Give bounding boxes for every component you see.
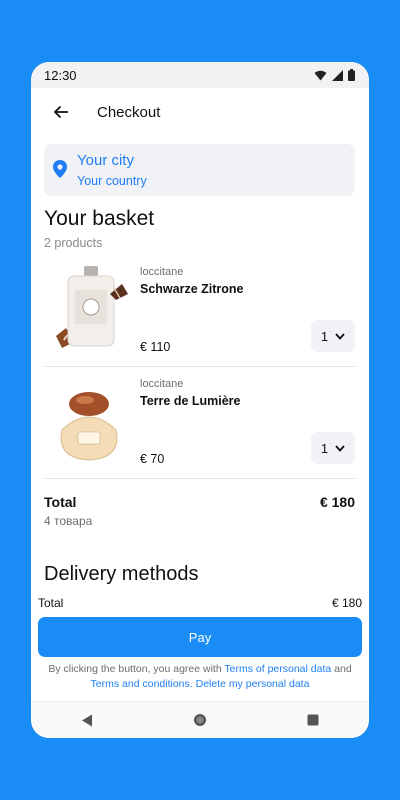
- basket-title: Your basket: [44, 207, 155, 230]
- battery-icon: [348, 69, 355, 81]
- chevron-down-icon: [335, 332, 345, 340]
- terms-conditions-link[interactable]: Terms and conditions.: [91, 678, 193, 690]
- page-title: Checkout: [97, 103, 161, 121]
- product-image: [60, 392, 118, 461]
- summary-total-label: Total: [38, 596, 64, 610]
- terms-personal-data-link[interactable]: Terms of personal data: [224, 663, 331, 675]
- product-price: € 110: [140, 340, 171, 354]
- product-image: [56, 266, 128, 348]
- app-header: Checkout: [31, 88, 369, 136]
- quantity-selector[interactable]: 1: [311, 432, 355, 464]
- basket-total-label: Total: [44, 494, 77, 510]
- delivery-methods-title: Delivery methods: [44, 563, 199, 585]
- basket-total-count: 4 товара: [44, 514, 93, 528]
- divider: [44, 478, 355, 479]
- basket-count: 2 products: [44, 236, 103, 250]
- location-pin-icon: [53, 160, 67, 178]
- status-time: 12:30: [44, 67, 77, 83]
- delete-personal-data-link[interactable]: Delete my personal data: [196, 678, 310, 690]
- location-selector[interactable]: Your city Your country: [44, 144, 355, 196]
- phone-frame: 12:30 Checkout Your city Your country Yo…: [31, 62, 369, 738]
- back-arrow-icon: [53, 105, 68, 119]
- divider: [44, 366, 355, 367]
- country-label: Your country: [77, 174, 147, 188]
- quantity-selector[interactable]: 1: [311, 320, 355, 352]
- summary-total-value: € 180: [331, 596, 362, 610]
- quantity-value: 1: [320, 440, 329, 456]
- chevron-down-icon: [335, 444, 345, 452]
- system-nav-bar: [31, 701, 369, 738]
- legal-notice: By clicking the button, you agree with T…: [43, 662, 357, 692]
- nav-back-icon[interactable]: [81, 714, 93, 727]
- basket-item: loccitane Schwarze Zitrone € 110 1: [44, 258, 355, 370]
- signal-icon: [332, 69, 343, 81]
- product-brand: loccitane: [140, 378, 184, 390]
- wifi-icon: [314, 70, 327, 80]
- product-price: € 70: [140, 452, 165, 466]
- legal-and: and: [331, 663, 352, 675]
- nav-recents-icon[interactable]: [307, 714, 319, 726]
- product-name[interactable]: Terre de Lumière: [140, 394, 241, 408]
- product-name[interactable]: Schwarze Zitrone: [140, 282, 244, 296]
- status-bar: 12:30: [31, 62, 369, 88]
- back-button[interactable]: [39, 90, 83, 134]
- basket-item: loccitane Terre de Lumière € 70 1: [44, 370, 355, 482]
- product-brand: loccitane: [140, 266, 184, 278]
- pay-button[interactable]: Pay: [38, 617, 362, 657]
- legal-prefix: By clicking the button, you agree with: [48, 663, 225, 675]
- city-label: Your city: [77, 152, 134, 169]
- nav-home-icon[interactable]: [193, 713, 207, 727]
- status-icons: [314, 69, 355, 81]
- quantity-value: 1: [320, 328, 329, 344]
- basket-total-value: € 180: [319, 494, 355, 510]
